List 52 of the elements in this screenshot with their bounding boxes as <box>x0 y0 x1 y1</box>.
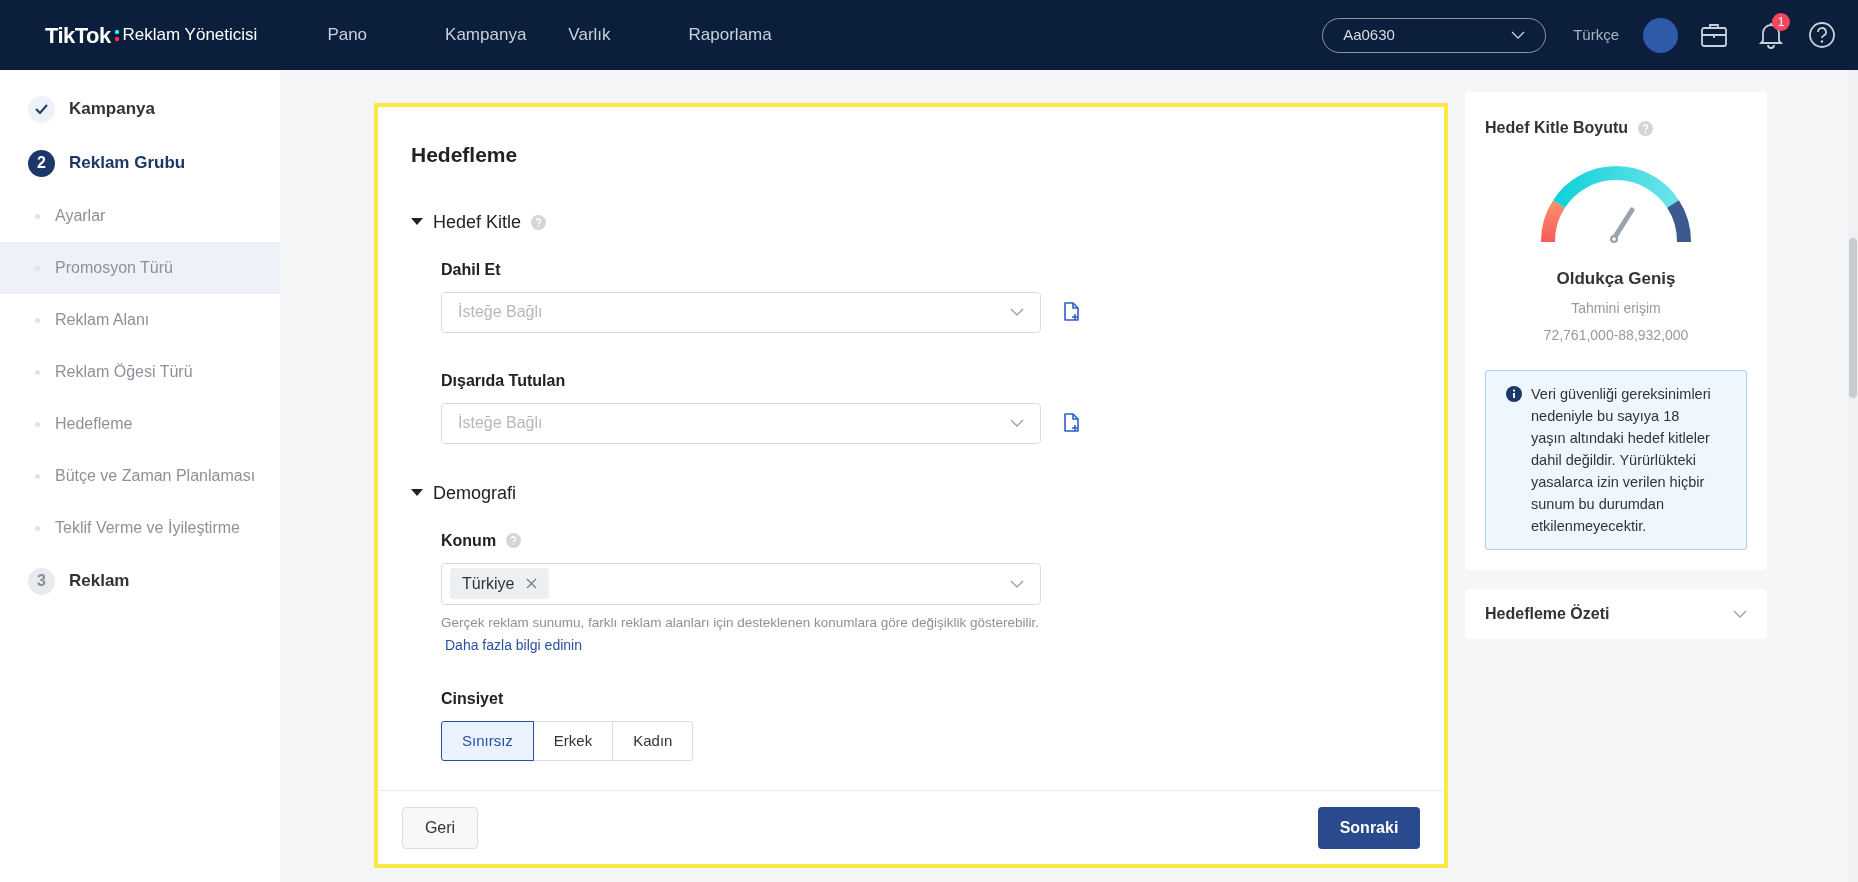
product-name: Reklam Yöneticisi <box>122 24 258 47</box>
select-field[interactable]: Türkiye <box>441 562 1041 605</box>
nav-link[interactable]: Kampanya <box>425 22 547 48</box>
section-title[interactable]: Hedef Kitle <box>433 208 522 236</box>
tag: Türkiye <box>450 568 550 599</box>
chevron-down-icon <box>1010 308 1024 316</box>
segment-option[interactable]: Sınırsız <box>441 720 534 761</box>
caret-down-icon[interactable] <box>411 218 423 226</box>
nav-link[interactable]: Varlık <box>548 22 631 48</box>
notice-text: Veri güvenliği gereksinimleri nedeniyle bu sayıya 18 yaşın altındaki hedef kitleler dahil değildir. Yürürlükteki yasalarca izin verilen hiçbir sunum bu durumdan etkilenmeyecektir. <box>1531 384 1712 536</box>
file-add-icon[interactable] <box>1063 302 1081 322</box>
chevron-down-icon <box>1511 31 1526 39</box>
hint-text: Gerçek reklam sunumu, farklı reklam alanları için desteklenen konumlara göre değişiklik gösterebilir. <box>441 613 1040 632</box>
reach-caption: Tahmini erişim <box>1570 298 1662 318</box>
file-add-icon[interactable] <box>1063 413 1081 433</box>
logo-mark-icon <box>113 28 120 42</box>
learn-more-link[interactable]: Daha fazla bilgi edinin <box>445 636 582 653</box>
notification-badge: 1 <box>1772 13 1790 31</box>
logo: TikTok <box>45 21 111 50</box>
chevron-down-icon <box>1733 609 1747 618</box>
step-indicator: 2 <box>28 149 55 177</box>
back-button[interactable]: Geri <box>402 806 478 849</box>
segment-option[interactable]: Kadın <box>612 720 694 761</box>
field-label: Cinsiyet <box>441 688 504 709</box>
step-label[interactable]: Reklam <box>69 568 130 594</box>
step-indicator: 3 <box>28 567 55 595</box>
step-label[interactable]: Reklam Grubu <box>69 150 186 176</box>
field-label: Konum <box>441 530 497 551</box>
next-button[interactable]: Sonraki <box>1318 806 1420 849</box>
scrollbar[interactable] <box>1848 70 1858 882</box>
nav-link[interactable]: Raporlama <box>668 22 792 48</box>
segment-option[interactable]: Erkek <box>532 720 614 761</box>
chevron-down-icon <box>1010 579 1024 588</box>
check-icon <box>35 104 48 114</box>
field-label: Dahil Et <box>441 259 501 280</box>
close-icon[interactable] <box>526 578 538 589</box>
summary-header[interactable]: Hedefleme Özeti <box>1465 588 1767 639</box>
info-icon <box>1506 385 1522 402</box>
briefcase-icon[interactable] <box>1700 22 1728 48</box>
section-title[interactable]: Demografi <box>433 479 517 507</box>
language-link[interactable]: Türkçe <box>1573 23 1619 47</box>
audience-verdict: Oldukça Geniş <box>1555 268 1677 290</box>
nav-link[interactable]: Pano <box>307 22 388 48</box>
field-label: Dışarıda Tutulan <box>441 370 566 391</box>
form-title: Hedefleme <box>411 142 519 168</box>
card-title: Hedef Kitle Boyutu <box>1485 118 1629 138</box>
avatar[interactable] <box>1643 17 1678 53</box>
caret-down-icon[interactable] <box>411 489 423 497</box>
chevron-down-icon <box>1010 419 1024 427</box>
step-label[interactable]: Kampanya <box>69 96 155 122</box>
help-icon[interactable] <box>1808 21 1836 49</box>
reach-range: 72,761,000-88,932,000 <box>1542 325 1690 345</box>
